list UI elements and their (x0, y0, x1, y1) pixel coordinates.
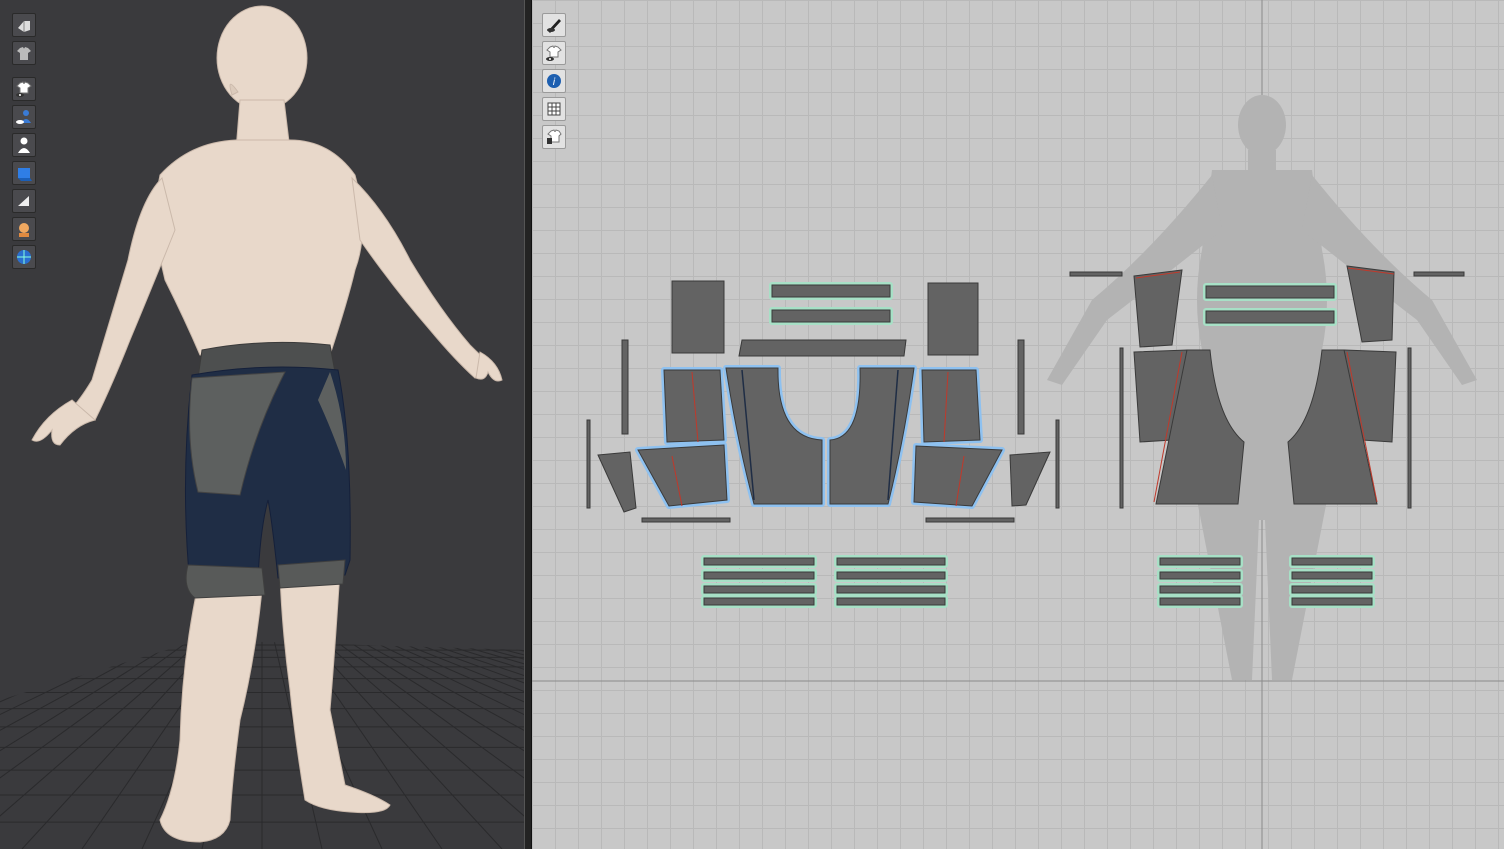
side-strip[interactable] (1407, 347, 1412, 509)
environment-globe-icon (17, 250, 31, 264)
avatar-visibility-icon (16, 110, 31, 124)
side-strip[interactable] (1017, 339, 1025, 435)
garment-lock-icon (547, 129, 562, 144)
avatar-head-icon (19, 223, 29, 237)
side-strip[interactable] (1055, 419, 1060, 509)
garment-display-icon (17, 47, 31, 60)
side-strip[interactable] (1119, 347, 1124, 509)
back-waistband-strip[interactable] (1205, 285, 1335, 299)
back-hem-binding[interactable] (1291, 571, 1373, 580)
toolbar-button-flat-shading[interactable] (12, 189, 36, 213)
viewport-divider[interactable] (524, 0, 532, 849)
hem-binding[interactable] (836, 597, 946, 606)
hem-binding[interactable] (836, 585, 946, 594)
garment-visibility-icon (546, 45, 562, 61)
2d-pattern-viewport[interactable]: i (532, 0, 1504, 849)
back-hem-binding[interactable] (1159, 597, 1241, 606)
info-icon: i (547, 74, 561, 88)
fabric-texture-icon (18, 168, 32, 181)
3d-viewport[interactable] (0, 0, 524, 849)
avatar-silhouette-icon (18, 137, 30, 153)
svg-text:i: i (553, 77, 556, 88)
back-hem-binding[interactable] (1159, 557, 1241, 566)
toolbar-button-avatar-silhouette[interactable] (12, 133, 36, 157)
back-yoke-left[interactable] (1133, 269, 1183, 348)
hem-strip[interactable] (925, 517, 1015, 523)
waistband-strip[interactable] (771, 309, 891, 323)
waistband-strip[interactable] (771, 284, 891, 298)
toolbar-button-info[interactable]: i (542, 69, 566, 93)
side-strip[interactable] (621, 339, 629, 435)
back-waistband-strip[interactable] (1205, 310, 1335, 324)
pattern-canvas[interactable] (532, 0, 1504, 849)
strap-strip[interactable] (1413, 271, 1465, 277)
toolbar-button-garment-lock[interactable] (542, 125, 566, 149)
back-hem-binding[interactable] (1291, 585, 1373, 594)
waistband-main[interactable] (738, 339, 907, 357)
hem-binding[interactable] (703, 571, 815, 580)
front-side-panel-left[interactable] (663, 369, 725, 443)
toolbar-button-avatar-display[interactable] (12, 13, 36, 37)
strap-strip[interactable] (1069, 271, 1123, 277)
toolbar-button-avatar-head[interactable] (12, 217, 36, 241)
hem-binding[interactable] (703, 597, 815, 606)
toolbar-button-fabric-texture[interactable] (12, 161, 36, 185)
pen-visibility-icon (547, 19, 561, 33)
toolbar-button-pen-visibility[interactable] (542, 13, 566, 37)
avatar-display-icon (18, 21, 30, 32)
garment-shorts[interactable] (0, 0, 524, 849)
side-strip[interactable] (586, 419, 591, 509)
pocket-piece-left[interactable] (671, 280, 725, 354)
toolbar-button-garment-visibility[interactable] (542, 41, 566, 65)
back-hem-binding[interactable] (1159, 585, 1241, 594)
front-center-right[interactable] (829, 367, 915, 505)
2d-toolbar: i (542, 13, 566, 149)
hem-binding[interactable] (703, 557, 815, 566)
back-hem-binding[interactable] (1291, 597, 1373, 606)
front-side-panel-right[interactable] (921, 369, 981, 443)
toolbar-button-garment-visibility[interactable] (12, 77, 36, 101)
gusset-right[interactable] (1009, 451, 1051, 507)
back-hem-binding[interactable] (1291, 557, 1373, 566)
pocket-piece-right[interactable] (927, 282, 979, 356)
hem-binding[interactable] (836, 557, 946, 566)
flat-shading-icon (18, 196, 29, 206)
shorts-hem-left[interactable] (185, 564, 266, 599)
back-yoke-right[interactable] (1346, 265, 1395, 343)
hem-binding[interactable] (703, 585, 815, 594)
hem-strip[interactable] (641, 517, 731, 523)
shorts-hem-right[interactable] (277, 559, 346, 589)
garment-visibility-icon (16, 81, 32, 97)
toolbar-button-environment-globe[interactable] (12, 245, 36, 269)
toolbar-button-avatar-visibility[interactable] (12, 105, 36, 129)
toolbar-button-grid-visibility[interactable] (542, 97, 566, 121)
3d-toolbar (12, 13, 36, 269)
grid-visibility-icon (547, 102, 561, 116)
toolbar-button-garment-display[interactable] (12, 41, 36, 65)
hem-binding[interactable] (836, 571, 946, 580)
back-hem-binding[interactable] (1159, 571, 1241, 580)
gusset-left[interactable] (597, 451, 637, 513)
